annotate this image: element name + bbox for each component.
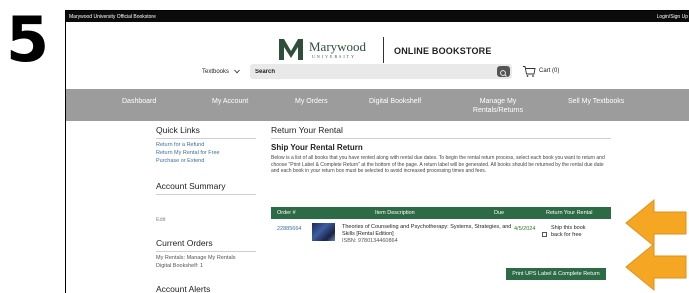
search-bar	[250, 64, 512, 79]
logo-divider	[383, 37, 384, 63]
divider	[156, 194, 256, 195]
nav-digital-bookshelf[interactable]: Digital Bookshelf	[369, 97, 421, 106]
sidebar-link-refund[interactable]: Return for a Refund	[156, 142, 204, 148]
divider	[271, 138, 611, 139]
ship-book-label[interactable]: Ship this book back for free	[551, 225, 593, 239]
top-bar: Marywood University Official Bookstore L…	[66, 11, 689, 22]
current-orders-heading: Current Orders	[156, 238, 213, 248]
column-header-return: Return Your Rental	[546, 210, 593, 216]
quick-links-heading: Quick Links	[156, 125, 200, 135]
search-icon	[500, 70, 507, 77]
nav-my-account[interactable]: My Account	[212, 97, 248, 106]
cart-icon	[523, 66, 536, 77]
column-header-order: Order #	[277, 210, 296, 216]
orders-rentals-text: My Rentals: Manage My Rentals	[156, 255, 236, 261]
nav-dashboard[interactable]: Dashboard	[122, 97, 156, 106]
logo-sub: UNIVERSITY	[312, 54, 356, 59]
book-isbn: ISBN: 9780134460864	[342, 238, 398, 244]
marywood-m-icon	[279, 39, 303, 60]
login-link[interactable]: Login/Sign Up	[657, 14, 688, 20]
column-header-description: Item Description	[375, 210, 415, 216]
intro-text: Below is a list of all books that you ha…	[271, 155, 605, 175]
divider	[156, 251, 256, 252]
orders-bookshelf-text: Digital Bookshelf: 1	[156, 263, 204, 269]
chevron-down-icon	[233, 69, 240, 74]
print-label-button[interactable]: Print UPS Label & Complete Return	[506, 268, 606, 280]
logo-name: Marywood	[309, 39, 367, 54]
search-button[interactable]	[497, 66, 510, 77]
cart-label: Cart (0)	[539, 68, 560, 74]
account-alerts-heading: Account Alerts	[156, 284, 211, 293]
account-summary-heading: Account Summary	[156, 181, 226, 191]
bookstore-screenshot: Marywood University Official Bookstore L…	[65, 10, 689, 293]
step-number: 5	[6, 3, 50, 76]
rentals-table-header: Order # Item Description Due Return Your…	[271, 207, 611, 219]
site-label: Marywood University Official Bookstore	[69, 14, 156, 20]
textbooks-dropdown[interactable]: Textbooks	[202, 69, 240, 75]
sidebar-link-purchase-extend[interactable]: Purchase or Extend	[156, 158, 204, 164]
section-title: Ship Your Rental Return	[271, 143, 363, 152]
due-date: 4/5/2024	[514, 226, 536, 232]
sidebar-link-return-rental[interactable]: Return My Rental for Free	[156, 150, 220, 156]
page-title: Return Your Rental	[271, 125, 343, 135]
divider	[156, 138, 256, 139]
arrow-left-icon	[625, 242, 687, 292]
ship-book-checkbox[interactable]	[542, 232, 547, 237]
nav-my-orders[interactable]: My Orders	[295, 97, 328, 106]
nav-sell-textbooks[interactable]: Sell My Textbooks	[568, 97, 624, 106]
edit-link[interactable]: Edit	[156, 217, 165, 223]
textbooks-label: Textbooks	[202, 69, 230, 76]
logo-store: ONLINE BOOKSTORE	[394, 46, 492, 56]
book-cover-image	[312, 223, 335, 241]
main-nav: Dashboard My Account My Orders Digital B…	[66, 89, 689, 121]
column-header-due: Due	[494, 210, 505, 216]
search-input[interactable]	[255, 66, 480, 77]
book-title: Theories of Counseling and Psychotherapy…	[342, 224, 512, 237]
nav-manage-rentals[interactable]: Manage My Rentals/Returns	[466, 97, 530, 115]
order-number-link[interactable]: 22885664	[277, 226, 301, 232]
